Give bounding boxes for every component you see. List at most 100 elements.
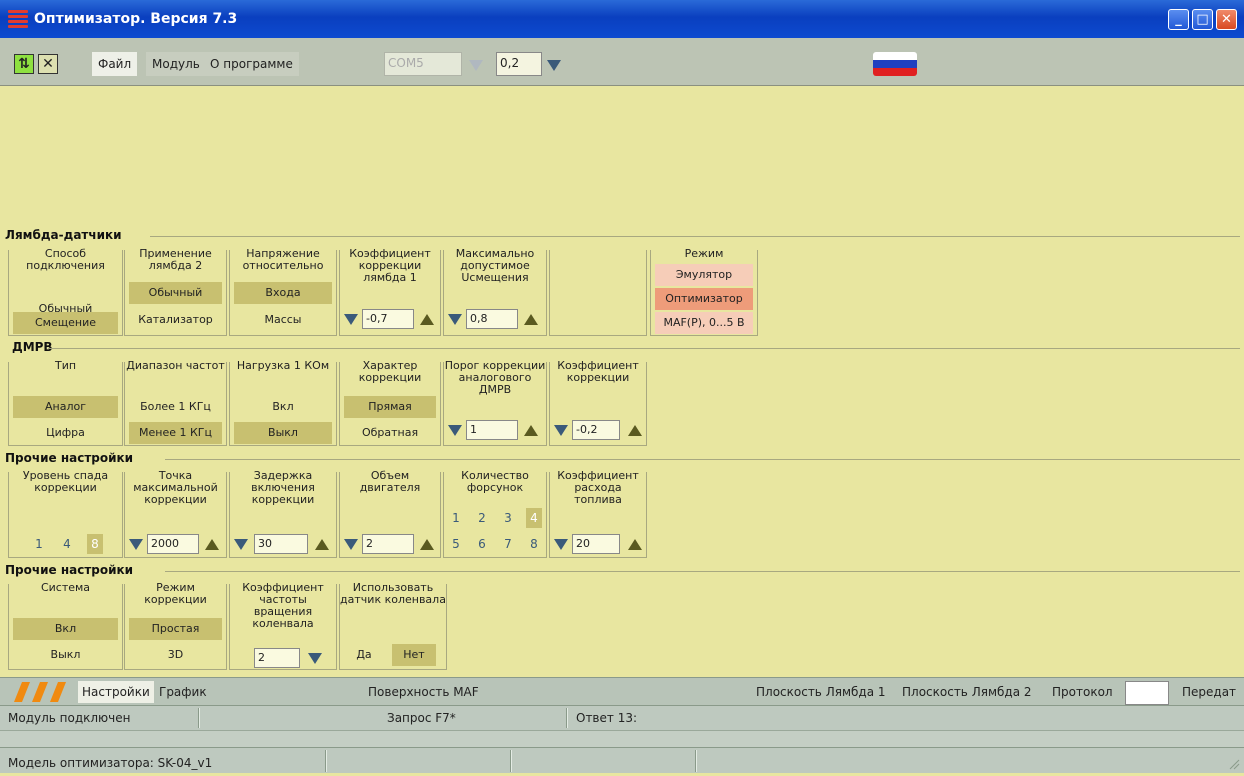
max-point-input[interactable]: 2000 — [147, 534, 199, 554]
menu-about[interactable]: О программе — [204, 52, 299, 76]
group-title: Характер коррекции — [358, 359, 422, 384]
group-title: Режим — [684, 247, 724, 260]
decrease-icon[interactable] — [344, 539, 358, 550]
injector-option-1[interactable]: 1 — [448, 508, 464, 528]
step-select[interactable]: 0,2 — [496, 52, 542, 76]
decrease-icon[interactable] — [448, 314, 462, 325]
injector-option-2[interactable]: 2 — [474, 508, 490, 528]
dmrv-coef-input[interactable]: -0,2 — [572, 420, 620, 440]
decrease-icon[interactable] — [129, 539, 143, 550]
tab-lambda1-plane[interactable]: Плоскость Лямбда 1 — [752, 681, 890, 703]
increase-icon[interactable] — [420, 539, 434, 550]
maximize-button[interactable]: □ — [1192, 9, 1213, 30]
chevron-down-icon[interactable] — [308, 653, 322, 664]
option-yes[interactable]: Да — [352, 644, 376, 666]
decay-option-1[interactable]: 1 — [31, 534, 47, 554]
tab-graph[interactable]: График — [155, 681, 211, 703]
port-select[interactable]: COM5 — [384, 52, 462, 76]
menu-module[interactable]: Модуль — [146, 52, 206, 76]
port-dropdown-icon[interactable] — [469, 60, 483, 71]
divider — [48, 348, 1240, 349]
option-emulator[interactable]: Эмулятор — [655, 264, 753, 286]
tab-settings[interactable]: Настройки — [78, 681, 154, 703]
increase-icon[interactable] — [420, 314, 434, 325]
increase-icon[interactable] — [628, 425, 642, 436]
status-bar-empty — [0, 730, 1244, 747]
tab-maf-surface[interactable]: Поверхность MAF — [364, 681, 483, 703]
minimize-button[interactable]: _ — [1168, 9, 1189, 30]
option-ground[interactable]: Массы — [234, 309, 332, 331]
option-catalyst[interactable]: Катализатор — [129, 309, 222, 331]
fuel-coef-input[interactable]: 20 — [572, 534, 620, 554]
option-off[interactable]: Выкл — [234, 422, 332, 444]
increase-icon[interactable] — [315, 539, 329, 550]
step-dropdown-icon[interactable] — [547, 60, 561, 71]
option-simple[interactable]: Простая — [129, 618, 222, 640]
lambda1-coef-input[interactable]: -0,7 — [362, 309, 414, 329]
option-on[interactable]: Вкл — [234, 396, 332, 418]
option-optimizer[interactable]: Оптимизатор — [655, 288, 753, 310]
title-bar[interactable]: Оптимизатор. Версия 7.3 — [0, 0, 1244, 38]
option-inverse[interactable]: Обратная — [344, 422, 436, 444]
group-empty — [549, 250, 647, 336]
option-direct[interactable]: Прямая — [344, 396, 436, 418]
model-status: Модель оптимизатора: SK-04_v1 — [8, 756, 213, 770]
decrease-icon[interactable] — [554, 425, 568, 436]
threshold-input[interactable]: 1 — [466, 420, 518, 440]
group-connection: Способ подключения Обычный Смещение — [8, 248, 123, 336]
decrease-icon[interactable] — [448, 425, 462, 436]
window-title: Оптимизатор. Версия 7.3 — [34, 11, 238, 27]
option-below-1khz[interactable]: Менее 1 КГц — [129, 422, 222, 444]
tab-lambda2-plane[interactable]: Плоскость Лямбда 2 — [898, 681, 1036, 703]
option-analog[interactable]: Аналог — [13, 396, 118, 418]
max-offset-input[interactable]: 0,8 — [466, 309, 518, 329]
option-digital[interactable]: Цифра — [13, 422, 118, 444]
injector-option-3[interactable]: 3 — [500, 508, 516, 528]
injector-option-4[interactable]: 4 — [526, 508, 542, 528]
increase-icon[interactable] — [524, 314, 538, 325]
section-lambda-title: Лямбда-датчики — [5, 228, 122, 242]
option-no[interactable]: Нет — [392, 644, 436, 666]
group-title: Диапазон частот — [126, 359, 225, 372]
increase-icon[interactable] — [524, 425, 538, 436]
group-delay: Задержка включения коррекции 30 — [229, 470, 337, 558]
option-input[interactable]: Входа — [234, 282, 332, 304]
delay-input[interactable]: 30 — [254, 534, 308, 554]
tab-protocol[interactable]: Протокол — [1048, 681, 1117, 703]
group-freq: Диапазон частот Более 1 КГц Менее 1 КГц — [124, 359, 227, 446]
option-on[interactable]: Вкл — [13, 618, 118, 640]
russian-flag-icon[interactable] — [873, 52, 917, 76]
option-offset[interactable]: Смещение — [13, 312, 118, 334]
protocol-input[interactable] — [1125, 681, 1169, 705]
connect-icon[interactable]: ⇅ — [14, 54, 34, 74]
option-off[interactable]: Выкл — [13, 644, 118, 666]
decay-option-8[interactable]: 8 — [87, 534, 103, 554]
decrease-icon[interactable] — [344, 314, 358, 325]
engine-volume-input[interactable]: 2 — [362, 534, 414, 554]
group-lambda2: Применение лямбда 2 Обычный Катализатор — [124, 248, 227, 336]
send-button[interactable]: Передат — [1178, 681, 1240, 703]
option-above-1khz[interactable]: Более 1 КГц — [129, 396, 222, 418]
option-3d[interactable]: 3D — [129, 644, 222, 666]
option-normal[interactable]: Обычный — [129, 282, 222, 304]
disconnect-icon[interactable]: ✕ — [38, 54, 58, 74]
decrease-icon[interactable] — [234, 539, 248, 550]
injector-option-7[interactable]: 7 — [500, 534, 516, 554]
increase-icon[interactable] — [205, 539, 219, 550]
group-title: Максимально допустимое Uсмещения — [455, 247, 535, 284]
increase-icon[interactable] — [628, 539, 642, 550]
decay-option-4[interactable]: 4 — [59, 534, 75, 554]
decrease-icon[interactable] — [554, 539, 568, 550]
group-title: Нагрузка 1 КОм — [236, 359, 330, 372]
option-maf[interactable]: MAF(P), 0...5 В — [655, 312, 753, 334]
injector-option-8[interactable]: 8 — [526, 534, 542, 554]
injector-option-6[interactable]: 6 — [474, 534, 490, 554]
close-button[interactable]: ✕ — [1216, 9, 1237, 30]
group-title: Тип — [54, 359, 77, 372]
crank-coef-select[interactable]: 2 — [254, 648, 300, 668]
group-injectors: Количество форсунок 1 2 3 4 5 6 7 8 — [443, 470, 547, 558]
resize-grip-icon[interactable] — [1228, 758, 1240, 770]
injector-option-5[interactable]: 5 — [448, 534, 464, 554]
menu-file[interactable]: Файл — [92, 52, 138, 76]
brand-stripes-icon — [14, 682, 66, 702]
